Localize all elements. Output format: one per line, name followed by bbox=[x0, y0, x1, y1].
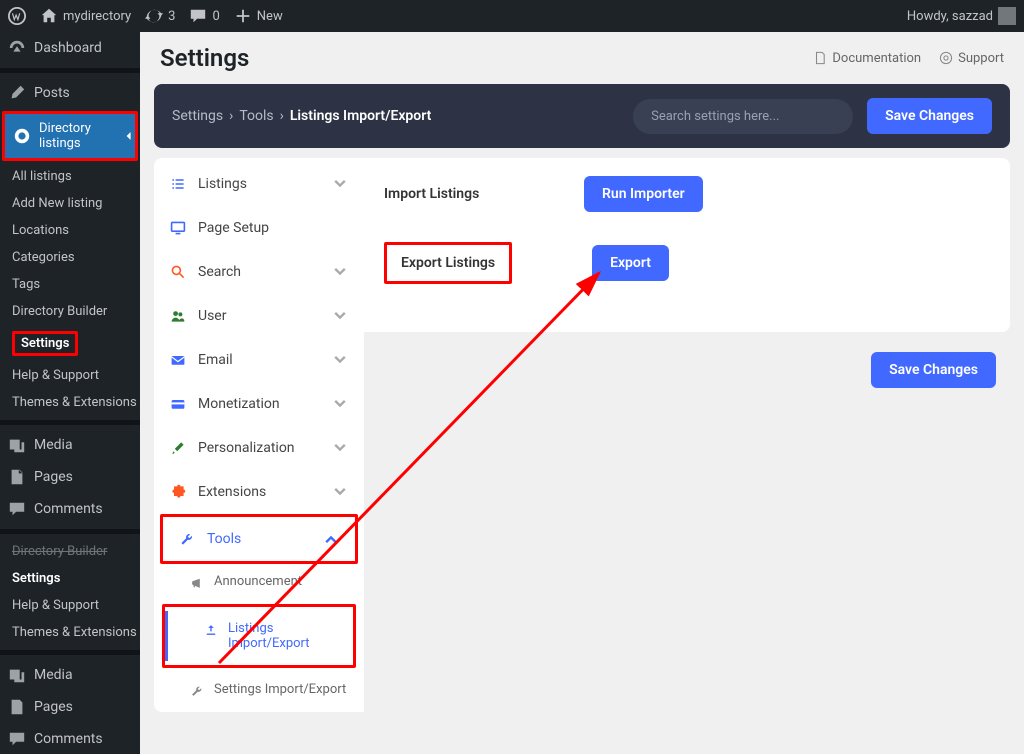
submenu-directory-builder-dup[interactable]: Directory Builder bbox=[0, 538, 140, 565]
settings-topbar: Settings› Tools› Listings Import/Export … bbox=[154, 84, 1010, 148]
menu-comments-label: Comments bbox=[34, 501, 103, 517]
separator bbox=[0, 68, 140, 73]
crumb-current: Listings Import/Export bbox=[290, 108, 431, 124]
admin-menu: Dashboard Posts Directory listings All l… bbox=[0, 32, 140, 754]
export-listings-label: Export Listings bbox=[384, 242, 512, 284]
submenu-all-listings[interactable]: All listings bbox=[0, 163, 140, 190]
settings-card: Import Listings Run Importer Export List… bbox=[364, 158, 1010, 332]
breadcrumb: Settings› Tools› Listings Import/Export bbox=[172, 108, 619, 124]
wp-admin-bar: mydirectory 3 0 New Howdy, sazzad bbox=[0, 0, 1024, 32]
new-content[interactable]: New bbox=[234, 7, 283, 25]
export-button[interactable]: Export bbox=[592, 245, 669, 281]
menu-media[interactable]: Media bbox=[0, 429, 140, 461]
submenu-directory-builder[interactable]: Directory Builder bbox=[0, 298, 140, 325]
submenu-help-support[interactable]: Help & Support bbox=[0, 362, 140, 389]
menu-directory-listings[interactable]: Directory listings bbox=[5, 114, 135, 158]
settings-nav-tools-listings-import-export[interactable]: Listings Import/Export bbox=[165, 611, 353, 661]
avatar bbox=[998, 7, 1016, 25]
page-title: Settings bbox=[160, 44, 249, 72]
howdy[interactable]: Howdy, sazzad bbox=[907, 7, 1016, 25]
submenu-settings-dup[interactable]: Settings bbox=[0, 565, 140, 592]
submenu-themes-extensions[interactable]: Themes & Extensions bbox=[0, 389, 140, 416]
menu-media-label: Media bbox=[34, 437, 73, 453]
settings-nav-page-setup[interactable]: Page Setup bbox=[154, 206, 364, 250]
menu-dashboard-label: Dashboard bbox=[34, 40, 102, 56]
updates-count: 3 bbox=[168, 9, 175, 24]
settings-nav-tools-settings-import-export[interactable]: Settings Import/Export bbox=[154, 672, 364, 708]
submenu-tags[interactable]: Tags bbox=[0, 271, 140, 298]
site-name[interactable]: mydirectory bbox=[40, 7, 131, 25]
settings-nav-email[interactable]: Email bbox=[154, 338, 364, 382]
menu-dashboard[interactable]: Dashboard bbox=[0, 32, 140, 64]
menu-pages[interactable]: Pages bbox=[0, 461, 140, 493]
submenu-settings[interactable]: Settings bbox=[0, 325, 140, 362]
comments-count: 0 bbox=[212, 9, 219, 24]
menu-posts-label: Posts bbox=[34, 85, 70, 101]
settings-nav-monetization[interactable]: Monetization bbox=[154, 382, 364, 426]
support-link[interactable]: Support bbox=[939, 51, 1004, 66]
menu-pages-label: Pages bbox=[34, 469, 73, 485]
submenu-themes-dup[interactable]: Themes & Extensions bbox=[0, 619, 140, 646]
crumb-tools[interactable]: Tools bbox=[239, 108, 273, 124]
submenu-locations[interactable]: Locations bbox=[0, 217, 140, 244]
settings-nav-extensions[interactable]: Extensions bbox=[154, 470, 364, 514]
settings-nav: ListingsPage SetupSearchUserEmailMonetiz… bbox=[154, 158, 364, 712]
submenu-categories[interactable]: Categories bbox=[0, 244, 140, 271]
settings-nav-listings[interactable]: Listings bbox=[154, 162, 364, 206]
settings-nav-personalization[interactable]: Personalization bbox=[154, 426, 364, 470]
menu-comments-2[interactable]: Comments bbox=[0, 723, 140, 754]
submenu-add-new-listing[interactable]: Add New listing bbox=[0, 190, 140, 217]
wp-logo[interactable] bbox=[8, 7, 26, 25]
submenu-help-dup[interactable]: Help & Support bbox=[0, 592, 140, 619]
howdy-text: Howdy, sazzad bbox=[907, 9, 993, 24]
settings-nav-search[interactable]: Search bbox=[154, 250, 364, 294]
comments-bar[interactable]: 0 bbox=[189, 7, 219, 25]
site-name-text: mydirectory bbox=[63, 9, 131, 24]
documentation-link[interactable]: Documentation bbox=[813, 51, 921, 66]
menu-comments[interactable]: Comments bbox=[0, 493, 140, 525]
menu-media-2[interactable]: Media bbox=[0, 659, 140, 691]
menu-pages-2[interactable]: Pages bbox=[0, 691, 140, 723]
settings-nav-tools-announcement[interactable]: Announcement bbox=[154, 564, 364, 600]
updates[interactable]: 3 bbox=[145, 7, 175, 25]
main-content: Settings Documentation Support Settings›… bbox=[140, 32, 1024, 754]
new-label: New bbox=[257, 9, 283, 24]
save-changes-button-footer[interactable]: Save Changes bbox=[871, 352, 996, 388]
save-changes-button[interactable]: Save Changes bbox=[867, 98, 992, 134]
search-input[interactable]: Search settings here... bbox=[633, 99, 853, 134]
menu-directory-label: Directory listings bbox=[39, 121, 117, 151]
separator bbox=[0, 650, 140, 655]
settings-nav-tools[interactable]: Tools bbox=[163, 517, 355, 561]
run-importer-button[interactable]: Run Importer bbox=[584, 176, 703, 212]
separator bbox=[0, 529, 140, 534]
crumb-settings[interactable]: Settings bbox=[172, 108, 223, 124]
separator bbox=[0, 420, 140, 425]
settings-nav-user[interactable]: User bbox=[154, 294, 364, 338]
import-listings-label: Import Listings bbox=[384, 186, 584, 202]
menu-posts[interactable]: Posts bbox=[0, 77, 140, 109]
